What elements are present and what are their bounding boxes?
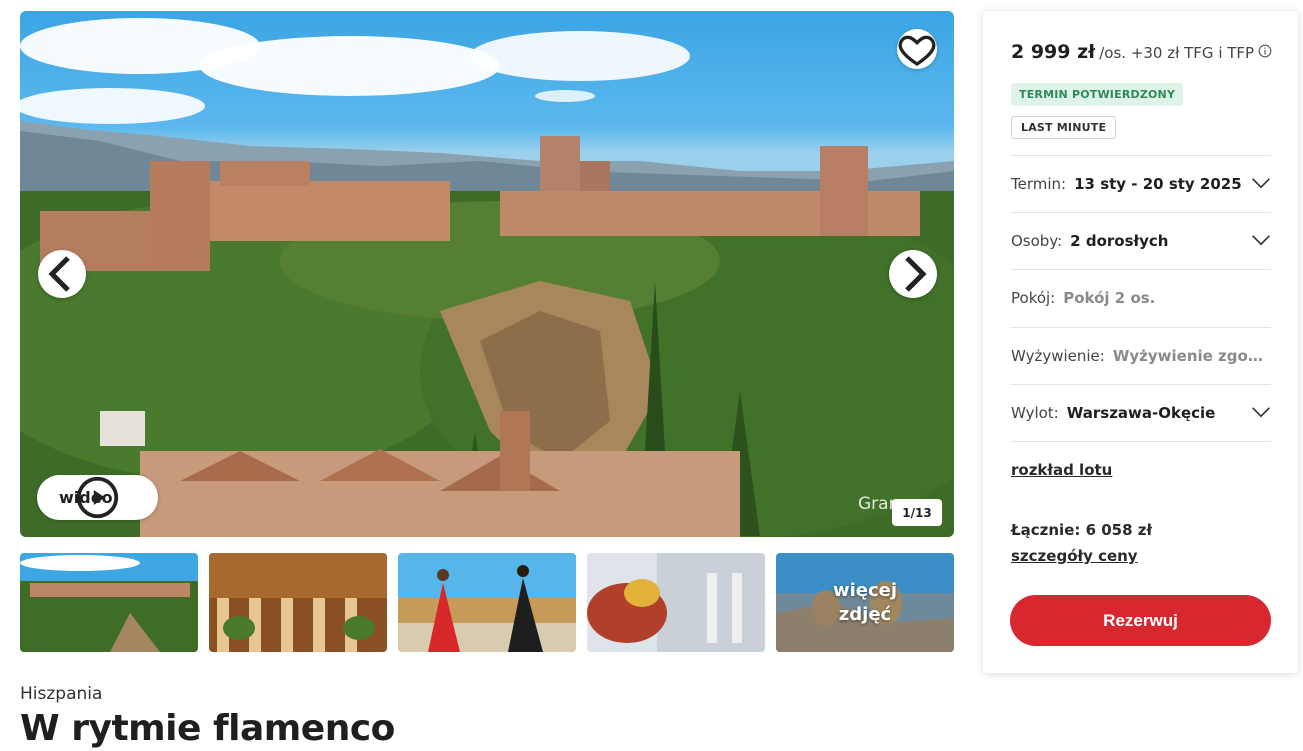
price-row: 2 999 zł /os. +30 zł TFG i TFP — [1011, 41, 1272, 63]
room-label: Pokój: — [1011, 289, 1056, 307]
price-per-person: 2 999 zł — [1011, 41, 1096, 63]
reserve-button[interactable]: Rezerwuj — [1010, 595, 1271, 646]
thumbnail-1[interactable] — [20, 553, 198, 652]
favorite-button[interactable] — [897, 29, 937, 69]
room-value: Pokój 2 os. — [1063, 289, 1156, 307]
booking-panel: 2 999 zł /os. +30 zł TFG i TFP TERMIN PO… — [983, 11, 1298, 673]
court-of-lions-thumbnail-image — [209, 553, 387, 652]
video-button[interactable]: wideo — [37, 475, 158, 520]
board-row: Wyżywienie: Wyżywienie zgodnie z program… — [1011, 327, 1271, 384]
confirmed-date-badge: TERMIN POTWIERDZONY — [1011, 83, 1184, 106]
previous-photo-button[interactable] — [38, 250, 86, 298]
date-label: Termin: — [1011, 175, 1067, 193]
chevron-left-icon — [48, 256, 70, 292]
chevron-down-icon — [1252, 178, 1270, 189]
flamenco-dancers-thumbnail-image — [398, 553, 576, 652]
festival-thumbnail-image — [587, 553, 765, 652]
departure-value: Warszawa-Okęcie — [1066, 404, 1216, 422]
divider — [1011, 441, 1271, 442]
price-suffix: /os. +30 zł TFG i TFP — [1099, 44, 1255, 62]
chevron-down-icon — [1252, 407, 1270, 418]
info-icon[interactable] — [1258, 44, 1272, 58]
trip-title: W rytmie flamenco — [20, 708, 395, 749]
board-label: Wyżywienie: — [1011, 347, 1105, 365]
departure-label: Wylot: — [1011, 404, 1059, 422]
last-minute-badge: LAST MINUTE — [1011, 116, 1117, 139]
alhambra-thumbnail-image — [20, 553, 198, 652]
total-price: Łącznie: 6 058 zł — [1011, 521, 1153, 539]
trip-country: Hiszpania — [20, 684, 103, 704]
chevron-down-icon — [1252, 235, 1270, 246]
persons-selector[interactable]: Osoby: 2 dorosłych — [1011, 212, 1271, 269]
flight-schedule-link[interactable]: rozkład lotu — [1011, 461, 1112, 479]
chevron-right-icon — [905, 256, 927, 292]
departure-selector[interactable]: Wylot: Warszawa-Okęcie — [1011, 384, 1271, 441]
more-photos-thumbnail[interactable]: więcej zdjęć — [776, 553, 954, 652]
thumbnail-3[interactable] — [398, 553, 576, 652]
persons-label: Osoby: — [1011, 232, 1063, 250]
more-photos-label: więcej zdjęć — [832, 579, 898, 625]
room-row: Pokój: Pokój 2 os. — [1011, 269, 1271, 326]
main-gallery-photo[interactable]: wideo Gran 1/13 — [20, 11, 954, 537]
thumbnail-4[interactable] — [587, 553, 765, 652]
next-photo-button[interactable] — [889, 250, 937, 298]
price-details-link[interactable]: szczegóły ceny — [1011, 547, 1138, 565]
board-value: Wyżywienie zgodnie z programem — [1112, 347, 1271, 365]
play-icon — [76, 476, 119, 519]
alhambra-landscape-image — [20, 18, 954, 537]
heart-icon — [898, 35, 936, 66]
date-selector[interactable]: Termin: 13 sty - 20 sty 2025 — [1011, 155, 1271, 212]
thumbnail-2[interactable] — [209, 553, 387, 652]
persons-value: 2 dorosłych — [1070, 232, 1169, 250]
photo-counter: 1/13 — [892, 499, 942, 526]
date-value: 13 sty - 20 sty 2025 — [1074, 175, 1242, 193]
